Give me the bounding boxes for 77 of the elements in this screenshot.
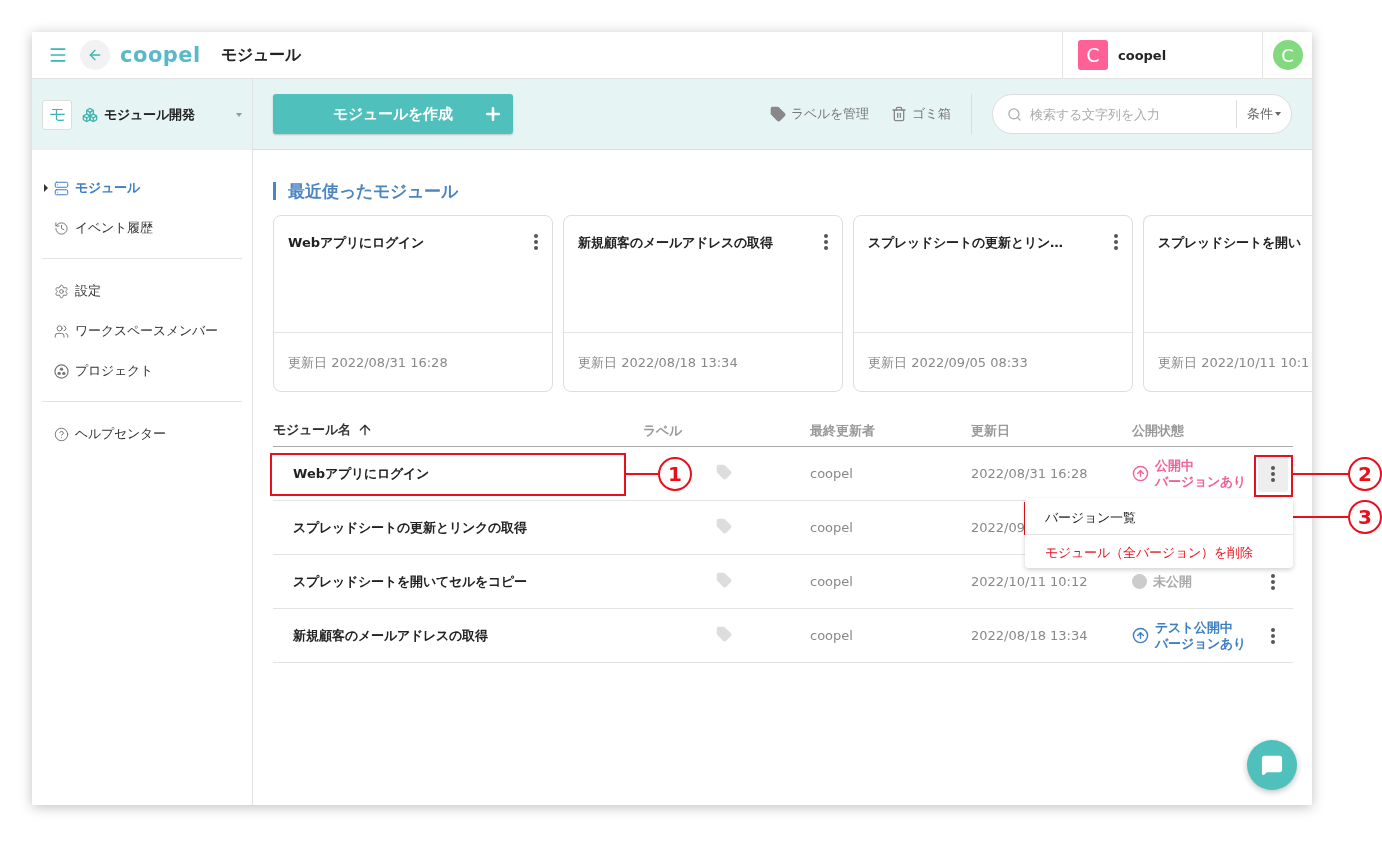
updater-cell-text: coopel (810, 574, 854, 589)
status-text: 未公開 (1153, 573, 1192, 590)
date-cell-text: 2022/09 (971, 520, 1026, 535)
circles-icon (54, 363, 69, 379)
more-icon[interactable] (534, 234, 538, 250)
module-name[interactable]: Webアプリにログイン (273, 464, 643, 483)
caret-icon (236, 112, 242, 117)
status-text: 公開中 バージョンあり (1155, 457, 1246, 490)
nav-item[interactable]: モジュール (42, 168, 242, 208)
sort-icon[interactable] (357, 422, 373, 438)
card-title: スプレッドシートの更新とリン… (868, 234, 1064, 252)
module-card[interactable]: スプレッドシートの更新とリン… 更新日 2022/09/05 08:33 (853, 215, 1133, 392)
card-title: Webアプリにログイン (288, 234, 425, 252)
chat-icon (1261, 754, 1283, 776)
card-title: 新規顧客のメールアドレスの取得 (578, 234, 774, 252)
leader-line (1293, 516, 1348, 518)
more-button[interactable] (1258, 455, 1288, 492)
module-card[interactable]: Webアプリにログイン 更新日 2022/08/31 16:28 (273, 215, 553, 392)
upload-icon (1132, 627, 1149, 644)
page-title: モジュール (220, 44, 301, 66)
updater-cell-text: coopel (810, 520, 854, 535)
settings-icon (54, 283, 69, 299)
server-icon (54, 180, 69, 196)
module-card[interactable]: スプレッドシートを開い 更新日 2022/10/11 10:1 (1143, 215, 1312, 392)
card-date: 更新日 2022/08/31 16:28 (287, 354, 449, 372)
card-date: 更新日 2022/09/05 08:33 (867, 354, 1029, 372)
status-icon (1132, 574, 1147, 589)
nav-item[interactable]: イベント履歴 (42, 208, 242, 248)
module-name[interactable]: 新規顧客のメールアドレスの取得 (273, 626, 643, 645)
workspace-icon: モ (42, 99, 72, 130)
updater-cell-text: coopel (810, 628, 854, 643)
more-icon (1271, 573, 1275, 590)
column-header[interactable]: モジュール名 (273, 421, 351, 439)
filter-dropdown[interactable]: 条件 (1236, 100, 1291, 128)
leader-line (626, 473, 658, 475)
module-name[interactable]: スプレッドシートを開いてセルをコピー (273, 572, 643, 591)
cubes-icon (82, 106, 98, 123)
tag-icon (770, 106, 786, 122)
nav-item[interactable]: プロジェクト (42, 351, 242, 391)
leader-line (1293, 473, 1348, 475)
card-date: 更新日 2022/10/11 10:1 (1157, 354, 1311, 372)
trash-link[interactable]: ゴミ箱 (891, 105, 951, 123)
more-icon[interactable] (1114, 234, 1118, 250)
nav-item[interactable]: ワークスペースメンバー (42, 311, 242, 351)
history-icon (54, 220, 69, 236)
more-icon[interactable] (824, 234, 828, 250)
trash-icon (891, 106, 907, 122)
date-cell-text: 2022/08/18 13:34 (971, 628, 1089, 643)
date-cell-text: 2022/08/31 16:28 (971, 466, 1089, 481)
menu-item[interactable]: モジュール（全バージョン）を削除 (1025, 534, 1293, 568)
highlight-frame (1254, 455, 1293, 497)
callout-number: 3 (1348, 500, 1382, 534)
help-icon (54, 426, 69, 442)
workspace-selector[interactable]: モ モジュール開発 (32, 79, 252, 150)
more-icon (1271, 465, 1275, 482)
workspace-name: coopel (1118, 47, 1167, 63)
module-name[interactable]: スプレッドシートの更新とリンクの取得 (273, 518, 643, 537)
workspace-label: モジュール開発 (104, 105, 195, 124)
search-icon (1007, 106, 1022, 122)
status-text: テスト公開中 バージョンあり (1155, 619, 1246, 652)
logo: coopel (120, 43, 201, 67)
card-date: 更新日 2022/08/18 13:34 (577, 354, 739, 372)
nav-item[interactable]: 設定 (42, 271, 242, 311)
menu-item[interactable]: バージョン一覧 (1025, 501, 1293, 534)
nav-item[interactable]: ヘルプセンター (42, 414, 242, 454)
search-field[interactable]: 検索する文字列を入力 条件 (992, 94, 1292, 134)
plus-icon (483, 104, 503, 124)
callout-number: 2 (1348, 457, 1382, 491)
card-title: スプレッドシートを開い (1158, 234, 1301, 252)
people-icon (54, 323, 69, 339)
updater-cell-text: coopel (810, 466, 854, 481)
more-icon (1271, 627, 1275, 644)
upload-icon (1132, 465, 1149, 482)
manage-labels-link[interactable]: ラベルを管理 (770, 105, 869, 123)
date-cell-text: 2022/10/11 10:12 (971, 574, 1089, 589)
section-heading: 最近使ったモジュール (273, 182, 1312, 200)
menu-icon[interactable] (48, 45, 68, 65)
